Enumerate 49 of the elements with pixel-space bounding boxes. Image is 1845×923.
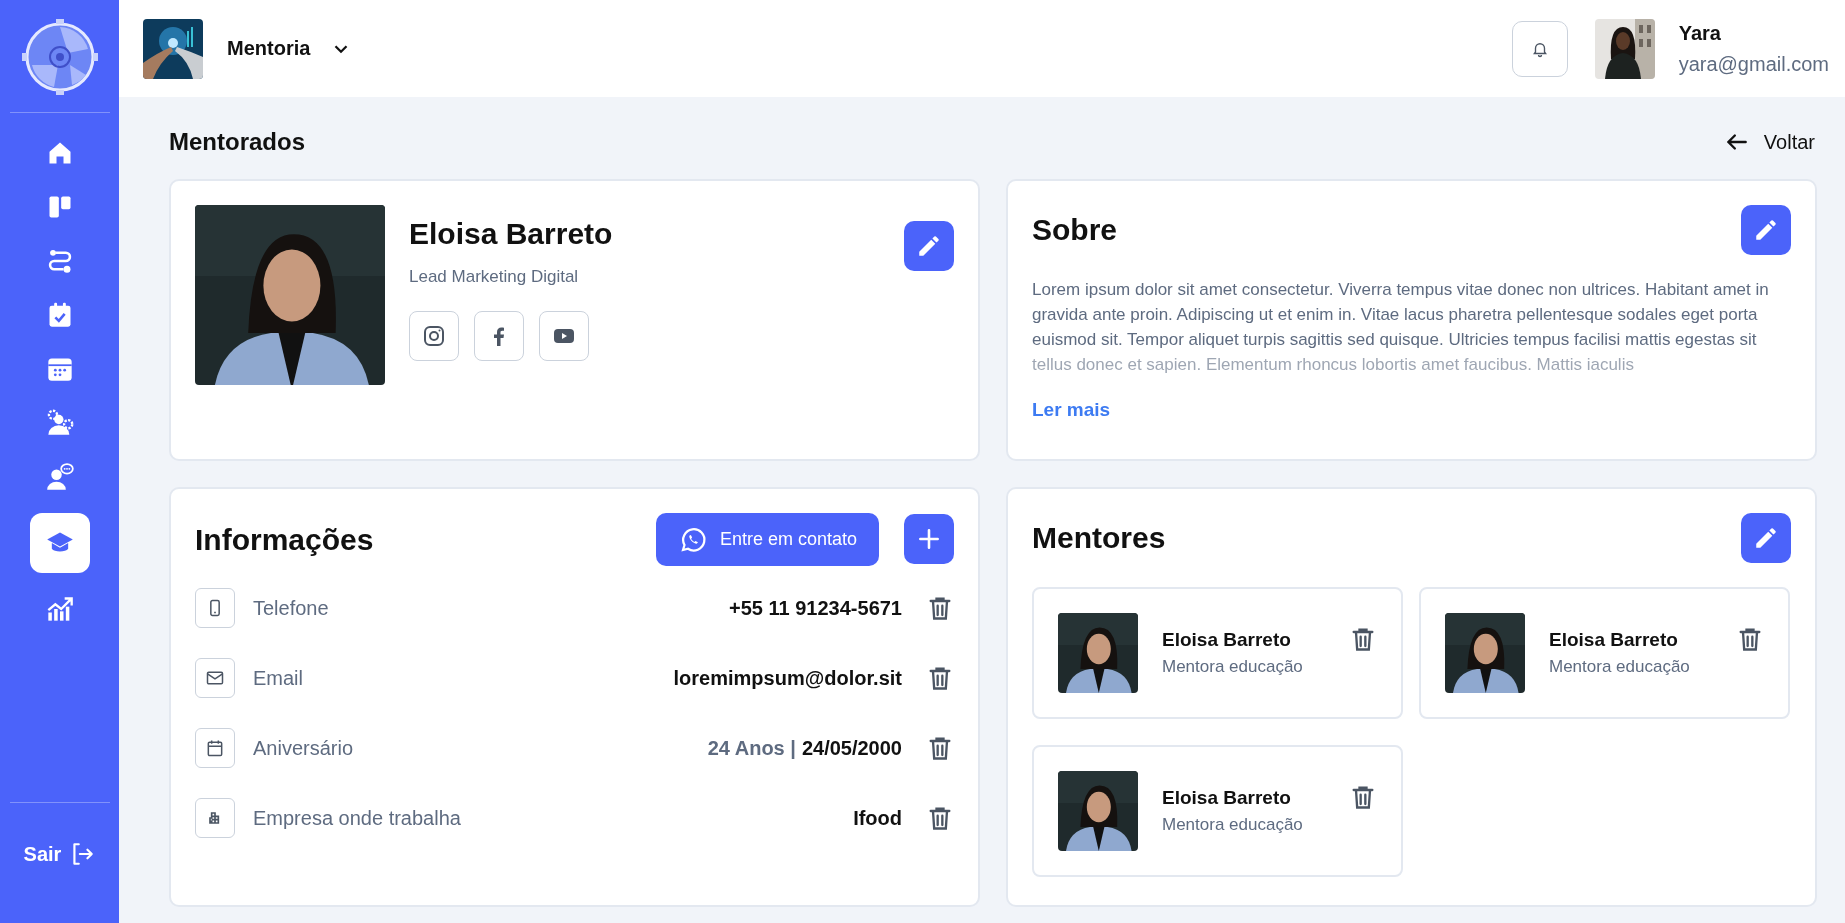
info-value: Ifood [853,806,902,830]
user-name: Yara [1678,21,1722,45]
card-title: Sobre [1032,213,1118,247]
info-label: Aniversário [253,736,355,760]
pencil-icon [1753,525,1779,551]
profile-role: Lead Marketing Digital [409,267,580,287]
card-title: Mentores [1032,521,1166,555]
building-icon [195,798,235,838]
edit-button[interactable] [904,221,954,271]
profile-name: Eloisa Barreto [409,217,614,251]
pencil-icon [916,233,942,259]
facebook-button[interactable] [474,311,524,361]
plus-icon [916,526,942,552]
people-gear-icon [45,409,74,437]
pencil-icon [1753,217,1779,243]
contact-button[interactable]: Entre em contato [655,513,879,566]
youtube-button[interactable] [539,311,589,361]
info-label: Email [253,666,304,690]
mentor-name: Eloisa Barreto [1549,629,1679,651]
mentor-name: Eloisa Barreto [1162,787,1292,809]
info-value: +55 11 91234-5671 [729,596,902,620]
mentor-name: Eloisa Barreto [1162,629,1292,651]
program-selector[interactable]: Mentoria [223,33,357,64]
info-value: loremimpsum@dolor.sit [673,666,902,690]
add-button[interactable] [904,514,954,564]
envelope-icon [195,658,235,698]
info-label: Telefone [253,596,330,620]
phone-icon [195,588,235,628]
calendar-icon [195,728,235,768]
about-text: Lorem ipsum dolor sit amet consectetur. Viverra tempus vitae donec non ultrices. Habitant amet in gravida ante proin. Adipiscing ut et enim in. Vitae lacus pharetra pellentesque sodales eget porta euismod sit. Tempor aliquet turpis sagittis sed quisque. Ultricies tempus facilisi mattis egestas sit tellus donec et sapien. Elementum rhoncus lobortis amet faucibus. Mattis iaculis [1032,279,1770,376]
logout-button[interactable]: Sair [19,837,100,871]
mentor-role: Mentora educação [1549,657,1691,677]
info-label: Empresa onde trabalha [253,806,462,830]
person-chat-icon [45,463,74,491]
user-email: yara@gmail.com [1678,52,1829,76]
info-value: 24/05/2000 [801,736,902,760]
chart-icon [45,595,74,623]
card-title: Informações [195,522,374,557]
edit-button[interactable] [1741,513,1791,563]
instagram-button[interactable] [409,311,459,361]
sidebar-item[interactable] [29,513,90,573]
read-more-link[interactable]: Ler mais [1032,399,1111,421]
age-value: 24 Anos | [707,736,796,760]
edit-button[interactable] [1741,205,1791,255]
mentor-role: Mentora educação [1162,657,1304,677]
back-button[interactable]: Voltar [1721,127,1817,157]
mentor-role: Mentora educação [1162,815,1304,835]
page-title: Mentorados [169,128,305,156]
instagram-icon [422,324,446,348]
